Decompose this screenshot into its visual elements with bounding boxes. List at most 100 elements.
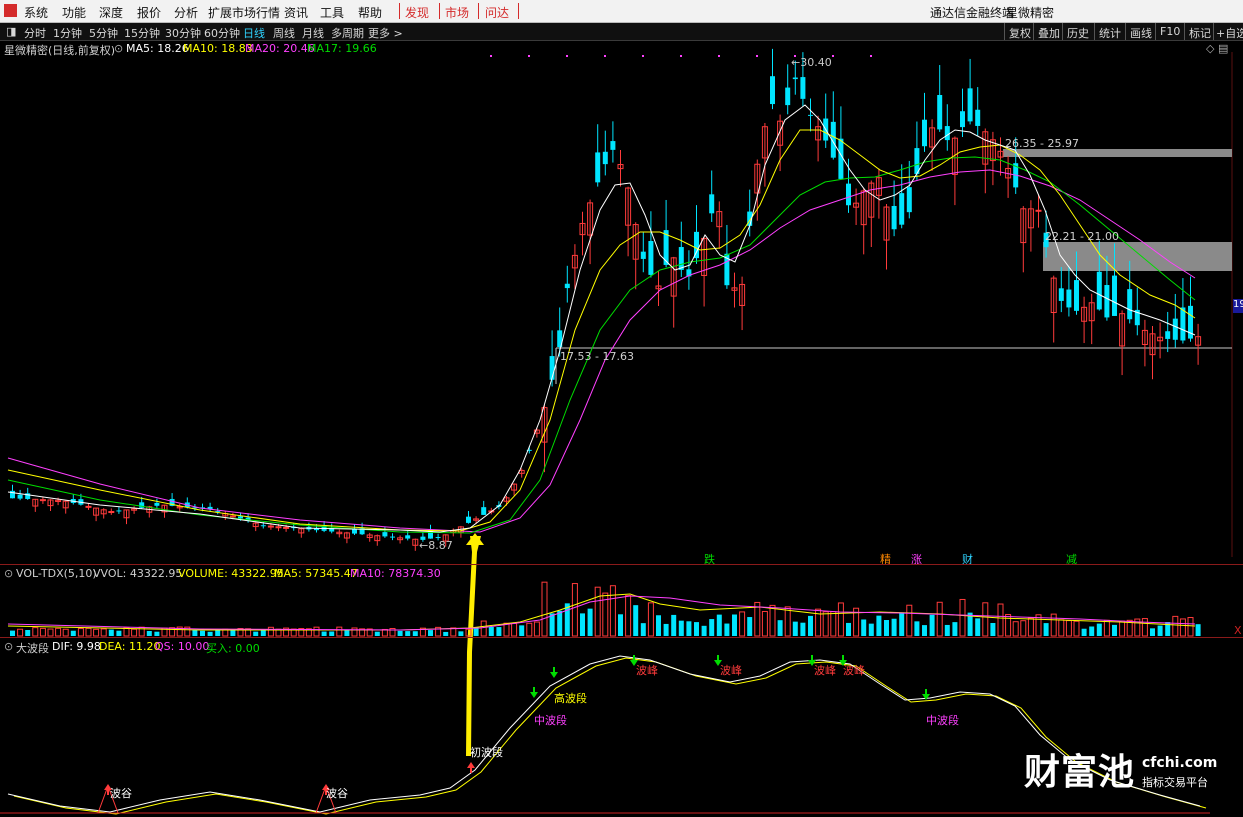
- volume-ma5-line: [7, 593, 1196, 631]
- volume-ma10-line: [7, 595, 1196, 631]
- volume-bar-down: [1157, 625, 1163, 636]
- volume-bar-up: [1073, 620, 1080, 637]
- candle-body-down: [937, 95, 943, 130]
- candle-body-down: [1172, 318, 1178, 340]
- candle-body-down: [792, 77, 798, 80]
- volume-edge-label: X: [1234, 624, 1242, 637]
- volume-bar-up: [39, 627, 46, 637]
- volume-bar-down: [922, 625, 927, 636]
- volume-bar-down: [792, 621, 798, 636]
- volume-bar-down: [732, 614, 737, 636]
- dea-value: DEA: 11.20: [99, 640, 161, 653]
- volume-bar-up: [1172, 615, 1179, 637]
- candle-body-down: [808, 114, 813, 116]
- volume-bar-up: [17, 628, 24, 637]
- volume-bar-up: [1119, 620, 1126, 637]
- top-dot: [642, 55, 644, 57]
- volume-bar-down: [686, 621, 692, 636]
- volume-bar-down: [1043, 623, 1049, 636]
- volume-value: VOLUME: 43322.95: [178, 567, 284, 580]
- candle-body-down: [1127, 289, 1133, 320]
- candle-body-down: [1180, 307, 1186, 341]
- candle-body-down: [1104, 285, 1110, 318]
- yellow-arrow-shaft: [466, 536, 481, 756]
- volume-bar-up: [739, 611, 746, 637]
- candle-body-down: [678, 247, 684, 270]
- volume-bar-down: [808, 615, 813, 636]
- candle-body-down: [1096, 271, 1102, 310]
- volume-bar-up: [609, 585, 616, 637]
- volume-bar-up: [594, 586, 601, 637]
- volume-bar-down: [329, 631, 335, 636]
- candle-body-down: [846, 183, 851, 206]
- volume-bar-up: [830, 611, 837, 637]
- wave-label-mid-1: 中波段: [534, 714, 567, 727]
- volume-bar-up: [906, 604, 913, 637]
- candle-body-down: [709, 194, 715, 214]
- volume-bar-down: [587, 608, 593, 636]
- candle-body-down: [595, 152, 601, 183]
- volume-bar-down: [1089, 626, 1095, 636]
- wave-label-peak-3: 波峰: [814, 664, 836, 677]
- volume-bar-up: [511, 622, 518, 637]
- volume-bar-up: [313, 626, 320, 637]
- volume-bar-down: [876, 615, 882, 636]
- candle-body-down: [116, 510, 122, 512]
- volume-bar-down: [412, 631, 418, 636]
- candle-body-down: [1074, 280, 1079, 311]
- volume-bar-up: [1020, 620, 1027, 637]
- candle-body-down: [944, 126, 950, 141]
- wave-panel-icon[interactable]: ⊙: [4, 640, 13, 653]
- volume-bar-up: [1179, 618, 1186, 637]
- low-label: ←8.87: [419, 539, 453, 552]
- volume-bar-down: [701, 625, 707, 636]
- volume-panel-icon[interactable]: ⊙: [4, 567, 13, 580]
- candlestick-chart[interactable]: [0, 0, 1243, 817]
- volume-bar-down: [1150, 628, 1155, 636]
- volume-bar-up: [822, 611, 829, 637]
- high-wave-arrow-head: [550, 672, 558, 678]
- wave-panel-title: 大波段: [16, 642, 49, 655]
- high-label: ←30.40: [791, 56, 832, 69]
- dif-line: [7, 655, 1201, 813]
- top-dot: [756, 55, 758, 57]
- volume-bar-down: [1112, 624, 1117, 636]
- volume-bar-up: [784, 606, 791, 637]
- zone-2-label: 22.21 - 21.00: [1045, 230, 1119, 243]
- wave-label-peak-1: 波峰: [636, 664, 658, 677]
- volume-bar-up: [936, 601, 943, 637]
- candle-body-down: [466, 516, 471, 523]
- volume-bar-up: [526, 622, 533, 637]
- volume-bar-up: [1187, 617, 1194, 637]
- volume-bar-down: [1081, 628, 1087, 636]
- volume-bar-down: [108, 629, 114, 636]
- volume-bar-down: [215, 630, 221, 636]
- volume-bar-down: [990, 622, 996, 636]
- ma17-line: [7, 156, 1196, 534]
- volume-bar-up: [1065, 620, 1072, 637]
- yellow-arrow-head: [466, 533, 484, 545]
- volume-bar-down: [146, 630, 152, 636]
- volume-bar-down: [116, 630, 122, 636]
- volume-bar-up: [761, 610, 768, 637]
- wave-label-trough-1: 波谷: [110, 787, 132, 800]
- volume-bar-up: [267, 626, 274, 637]
- candle-body-down: [238, 516, 243, 519]
- volume-bar-down: [443, 631, 449, 636]
- candle-body-down: [891, 205, 897, 230]
- candle-body-down: [906, 187, 912, 213]
- candle-body-down: [960, 111, 965, 128]
- price-edge-label: 19: [1233, 299, 1243, 313]
- candle-body-down: [694, 231, 699, 259]
- mid-wave-arrow-2-head: [922, 694, 930, 700]
- candle-body-down: [1165, 331, 1171, 339]
- volume-bar-down: [747, 617, 753, 636]
- volume-bar-down: [800, 622, 806, 636]
- candle-body-down: [602, 151, 608, 165]
- volume-bar-down: [230, 629, 236, 636]
- volume-bar-up: [571, 583, 578, 637]
- vvol-value: VVOL: 43322.95: [93, 567, 183, 580]
- volume-bar-up: [100, 628, 107, 637]
- candle-body-up: [39, 499, 46, 502]
- candle-body-down: [770, 76, 775, 105]
